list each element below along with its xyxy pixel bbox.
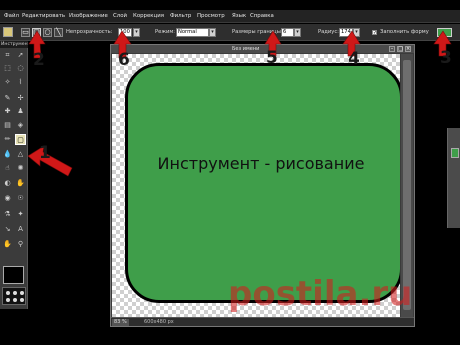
annotation-number-3: 3: [440, 48, 452, 68]
annotation-number-2: 2: [33, 50, 45, 70]
annotation-number-6: 6: [118, 50, 130, 70]
annotation-number-1: 1: [39, 143, 51, 163]
watermark: postila.ru: [228, 274, 413, 314]
annotation-number-4: 4: [348, 49, 360, 69]
annotation-number-5: 5: [266, 48, 278, 68]
